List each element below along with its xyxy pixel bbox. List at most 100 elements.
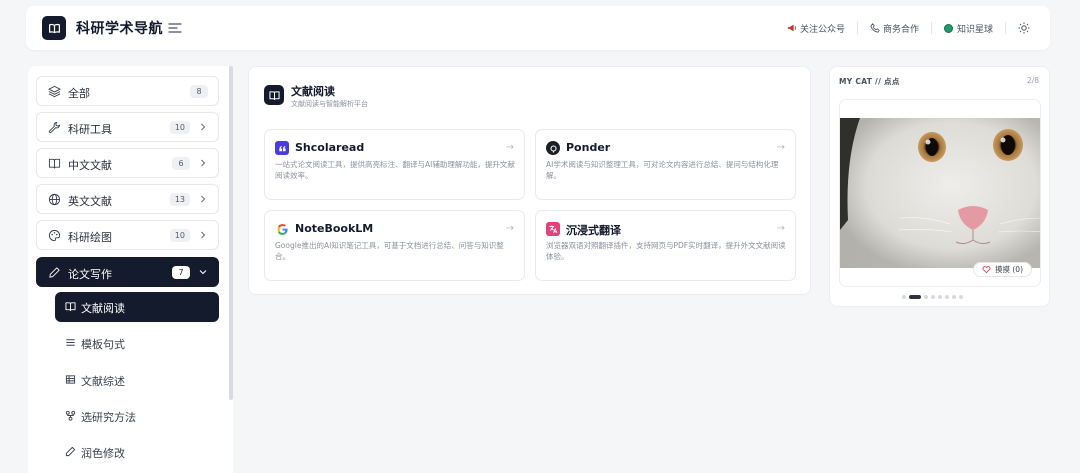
wechat-official-link[interactable]: 关注公众号 (787, 22, 845, 35)
section-subtitle: 文献阅读与智能解析平台 (291, 100, 368, 108)
main-panel: 文献阅读 文献阅读与智能解析平台 Shcolaread → 一站式论文阅读工具，… (248, 66, 811, 295)
book-icon (48, 158, 61, 169)
subitem-template-sentences[interactable]: 模板句式 (55, 328, 219, 358)
menu-icon[interactable] (168, 21, 182, 35)
arrow-right-icon: → (776, 223, 785, 234)
tool-card-notebooklm[interactable]: NoteBookLM → Google推出的AI知识笔记工具，可基于文档进行总结… (264, 210, 525, 281)
card-title: 沉浸式翻译 (566, 224, 621, 237)
logo-book-icon[interactable] (42, 16, 66, 40)
subitem-label: 文献阅读 (81, 302, 125, 315)
carousel-dot[interactable] (959, 295, 963, 299)
cat-photo-frame[interactable]: 摸摸 (0) (839, 99, 1041, 287)
carousel-dot[interactable] (945, 295, 949, 299)
translate-icon (546, 222, 560, 236)
sidebar-item-all[interactable]: 全部 8 (36, 76, 219, 106)
wrench-icon (48, 121, 61, 134)
section-title: 文献阅读 (291, 85, 335, 98)
header-divider (1005, 22, 1006, 34)
sidebar-scrollbar[interactable] (229, 66, 233, 400)
layers-icon (48, 85, 61, 98)
sidebar-item-research-drawing[interactable]: 科研绘图 10 (36, 220, 219, 250)
pen-icon (49, 267, 60, 278)
carousel-dot-active[interactable] (909, 295, 921, 299)
planet-link-label: 知识星球 (956, 24, 993, 35)
sidebar-item-label: 中文文献 (68, 159, 112, 172)
quote-icon (275, 141, 289, 155)
sun-icon[interactable] (1018, 22, 1030, 34)
tool-card-shcolaread[interactable]: Shcolaread → 一站式论文阅读工具，提供高亮标注、翻译与AI辅助理解功… (264, 129, 525, 200)
card-description: 一站式论文阅读工具，提供高亮标注、翻译与AI辅助理解功能，提升文献阅读效率。 (275, 160, 515, 180)
chevron-right-icon (201, 159, 206, 167)
carousel-dots (902, 295, 966, 299)
carousel-dot[interactable] (902, 295, 906, 299)
sidebar-item-label: 科研工具 (68, 123, 112, 136)
subitem-literature-reading[interactable]: 文献阅读 (55, 292, 219, 322)
subitem-label: 模板句式 (81, 338, 125, 351)
tool-card-ponder[interactable]: Ponder → AI学术阅读与知识整理工具，可对论文内容进行总结、提问与结构化… (535, 129, 796, 200)
chevron-right-icon (201, 123, 206, 131)
knowledge-planet-link[interactable]: 知识星球 (943, 22, 993, 35)
book-open-icon (65, 302, 76, 312)
chevron-down-icon (199, 270, 207, 275)
card-title: Ponder (566, 141, 611, 154)
subitem-polishing[interactable]: 润色修改 (55, 437, 219, 467)
like-button[interactable]: 摸摸 (0) (972, 262, 1032, 277)
table-icon (65, 375, 76, 384)
sidebar: 全部 8 科研工具 10 中文文献 6 英文文献 13 科研绘图 10 论文写作… (28, 66, 233, 473)
sidebar-item-paper-writing[interactable]: 论文写作 7 (36, 257, 219, 287)
top-header: 科研学术导航 关注公众号 商务合作 知识星球 (26, 6, 1050, 50)
count-badge: 13 (169, 193, 190, 206)
sidebar-item-label: 论文写作 (68, 268, 112, 281)
palette-icon (49, 229, 61, 242)
card-title: Shcolaread (295, 141, 365, 154)
count-badge: 8 (190, 85, 208, 98)
subitem-literature-review[interactable]: 文献综述 (55, 365, 219, 395)
sidebar-item-chinese-literature[interactable]: 中文文献 6 (36, 148, 219, 178)
subitem-label: 选研究方法 (81, 411, 136, 424)
card-description: AI学术阅读与知识整理工具，可对论文内容进行总结、提问与结构化理解。 (546, 160, 779, 180)
phone-icon (870, 23, 880, 33)
planet-icon (943, 23, 953, 33)
subitem-label: 润色修改 (81, 447, 125, 460)
tool-card-immersive-translate[interactable]: 沉浸式翻译 → 浏览器双语对照翻译插件，支持网页与PDF实时翻译，提升外文文献阅… (535, 210, 796, 281)
carousel-dot[interactable] (952, 295, 956, 299)
panel-title: MY CAT // 点点 (839, 77, 900, 86)
list-icon (66, 339, 75, 346)
sidebar-item-label: 英文文献 (68, 195, 112, 208)
header-links: 关注公众号 商务合作 知识星球 (787, 6, 1030, 50)
sidebar-item-label: 全部 (68, 87, 90, 100)
slide-counter: 2/8 (1026, 76, 1039, 85)
sidebar-item-research-tools[interactable]: 科研工具 10 (36, 112, 219, 142)
chevron-right-icon (201, 231, 206, 239)
count-badge: 7 (172, 266, 190, 279)
globe-icon (48, 193, 61, 206)
sidebar-item-label: 科研绘图 (68, 231, 112, 244)
cat-photo-panel: MY CAT // 点点 2/8 摸摸 (0) (829, 66, 1050, 307)
card-description: 浏览器双语对照翻译插件，支持网页与PDF实时翻译，提升外文文献阅读体验。 (546, 241, 786, 261)
section-book-icon (264, 85, 284, 105)
card-title: NoteBookLM (295, 222, 374, 235)
sidebar-item-english-literature[interactable]: 英文文献 13 (36, 184, 219, 214)
count-badge: 10 (169, 229, 190, 242)
wechat-link-label: 关注公众号 (799, 24, 845, 35)
google-icon (275, 222, 289, 236)
like-label: 摸摸 (0) (994, 265, 1023, 274)
business-link[interactable]: 商务合作 (870, 22, 919, 35)
carousel-dot[interactable] (924, 295, 928, 299)
header-divider (856, 22, 858, 34)
carousel-dot[interactable] (938, 295, 942, 299)
header-divider (930, 22, 932, 34)
arrow-right-icon: → (776, 142, 785, 153)
heart-icon (982, 266, 991, 274)
chevron-right-icon (201, 195, 206, 203)
card-description: Google推出的AI知识笔记工具，可基于文档进行总结、问答与知识整合。 (275, 241, 504, 261)
site-title[interactable]: 科研学术导航 (76, 18, 163, 38)
count-badge: 10 (169, 121, 190, 134)
arrow-right-icon: → (505, 142, 514, 153)
pencil-icon (65, 446, 76, 457)
subitem-research-methods[interactable]: 选研究方法 (55, 401, 219, 431)
arrow-right-icon: → (505, 223, 514, 234)
carousel-dot[interactable] (931, 295, 935, 299)
ponder-icon (546, 141, 560, 155)
megaphone-icon (787, 24, 797, 32)
